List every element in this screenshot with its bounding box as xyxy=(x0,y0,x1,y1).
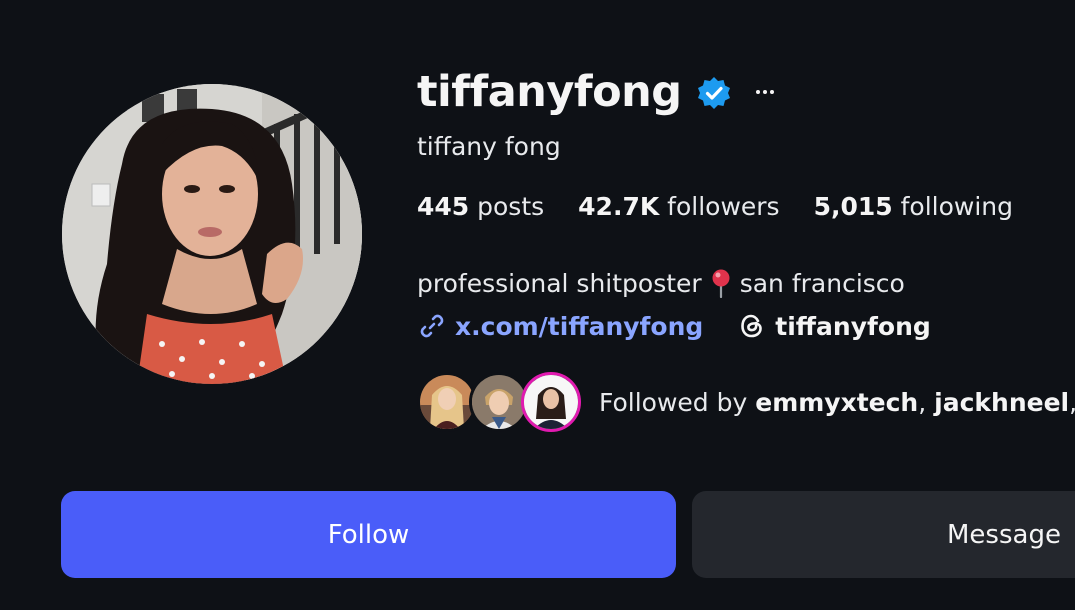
followed-by-text: Followed by emmyxtech, jackhneel, xyxy=(599,388,1075,417)
threads-icon xyxy=(737,311,767,341)
external-link-text: x.com/tiffanyfong xyxy=(455,311,704,341)
posts-label: posts xyxy=(469,192,545,221)
following-stat[interactable]: 5,015 following xyxy=(814,192,1013,221)
mutual-avatar xyxy=(417,372,477,432)
profile-stats: 445 posts 42.7K followers 5,015 followin… xyxy=(417,192,1013,221)
verified-badge-icon xyxy=(696,75,732,111)
bio-location: san francisco xyxy=(739,268,905,298)
follow-button[interactable]: Follow xyxy=(61,491,676,578)
round-pushpin-icon xyxy=(708,268,734,299)
threads-link-text: tiffanyfong xyxy=(775,311,931,341)
following-count: 5,015 xyxy=(813,192,893,221)
posts-count: 445 xyxy=(417,192,470,221)
threads-link[interactable]: tiffanyfong xyxy=(737,311,931,341)
external-link[interactable]: x.com/tiffanyfong xyxy=(417,311,703,341)
link-icon xyxy=(417,311,447,341)
mutual-user-1[interactable]: emmyxtech xyxy=(755,388,918,417)
full-name: tiffany fong xyxy=(417,132,561,161)
username: tiffanyfong xyxy=(417,67,682,117)
followers-count: 42.7K xyxy=(578,192,660,221)
bio-text: professional shitposter xyxy=(417,268,702,298)
following-label: following xyxy=(892,192,1014,221)
posts-stat: 445 posts xyxy=(417,192,544,221)
followed-by-separator: , xyxy=(1069,388,1075,417)
username-row: tiffanyfong xyxy=(417,62,780,122)
mutual-avatar xyxy=(521,372,581,432)
mutual-avatars xyxy=(417,372,581,432)
mutual-avatar xyxy=(469,372,529,432)
bio: professional shitposter san francisco xyxy=(417,268,905,299)
more-options-icon[interactable] xyxy=(750,74,780,110)
message-button[interactable]: Message xyxy=(692,491,1075,578)
followers-label: followers xyxy=(659,192,780,221)
profile-avatar[interactable] xyxy=(62,84,362,384)
mutual-user-2[interactable]: jackhneel xyxy=(934,388,1069,417)
profile-links: x.com/tiffanyfong tiffanyfong xyxy=(417,306,931,346)
followers-stat[interactable]: 42.7K followers xyxy=(578,192,779,221)
followed-by-prefix: Followed by xyxy=(599,387,756,417)
followed-by-row[interactable]: Followed by emmyxtech, jackhneel, xyxy=(417,370,1075,434)
followed-by-separator: , xyxy=(918,387,935,417)
